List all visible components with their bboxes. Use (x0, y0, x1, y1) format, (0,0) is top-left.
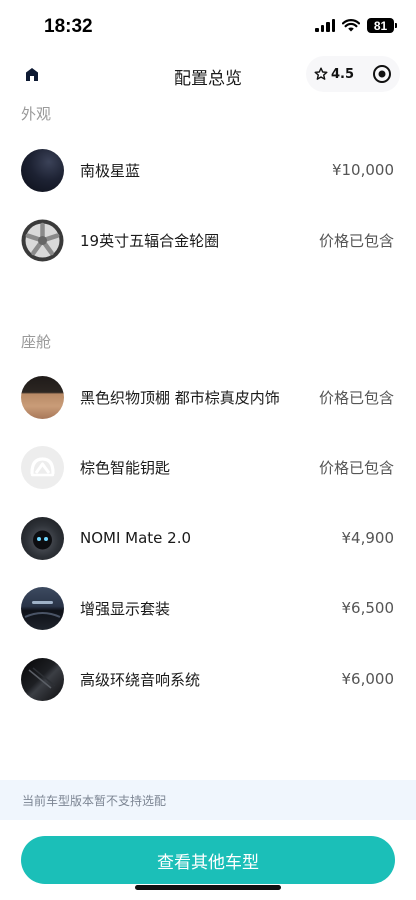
alloy-wheel-icon (21, 218, 64, 262)
star-outline-icon (314, 67, 328, 81)
item-name: 增强显示套装 (80, 599, 171, 618)
battery-level: 81 (373, 18, 388, 33)
target-icon[interactable] (372, 64, 392, 84)
config-row-interior[interactable]: 黑色织物顶棚 都市棕真皮内饰 价格已包含 (0, 367, 416, 427)
config-row-audio[interactable]: 高级环绕音响系统 ¥6,000 (0, 649, 416, 709)
rating-value: 4.5 (331, 66, 355, 82)
view-other-models-button[interactable]: 查看其他车型 (21, 836, 395, 884)
item-name: 南极星蓝 (80, 161, 141, 180)
notice-text: 当前车型版本暂不支持选配 (22, 793, 167, 808)
wifi-icon (342, 19, 360, 32)
smart-key-icon (21, 445, 64, 489)
item-price: ¥6,500 (341, 599, 395, 617)
cellular-signal-icon (315, 19, 335, 32)
item-name: 19英寸五辐合金轮圈 (80, 231, 220, 250)
config-row-smart-key[interactable]: 棕色智能钥匙 价格已包含 (0, 437, 416, 497)
status-icons: 81 (315, 18, 397, 33)
item-price: 价格已包含 (318, 231, 394, 250)
status-bar: 18:32 81 (0, 0, 416, 54)
rating-pill[interactable]: 4.5 (306, 56, 400, 92)
item-price: ¥10,000 (331, 161, 394, 179)
item-name: 棕色智能钥匙 (80, 458, 171, 477)
config-row-nomi[interactable]: NOMI Mate 2.0 ¥4,900 (0, 508, 416, 568)
item-name: 高级环绕音响系统 (80, 670, 201, 689)
section-label-exterior: 外观 (21, 105, 52, 123)
battery-icon: 81 (367, 18, 397, 33)
paint-swatch-dark-blue-icon (21, 148, 64, 192)
config-row-paint[interactable]: 南极星蓝 ¥10,000 (0, 140, 416, 200)
item-name: 黑色织物顶棚 都市棕真皮内饰 (80, 388, 280, 407)
home-indicator (135, 885, 281, 890)
item-price: ¥6,000 (341, 670, 395, 688)
nav-bar: 配置总览 4.5 (0, 54, 416, 96)
notice-bar: 当前车型版本暂不支持选配 (0, 780, 416, 820)
config-row-display[interactable]: 增强显示套装 ¥6,500 (0, 578, 416, 638)
cta-label: 查看其他车型 (157, 852, 259, 873)
item-price: 价格已包含 (318, 458, 394, 477)
display-package-icon (21, 586, 64, 630)
item-name: NOMI Mate 2.0 (80, 529, 192, 547)
nomi-mate-icon (21, 516, 64, 560)
config-row-wheel[interactable]: 19英寸五辐合金轮圈 价格已包含 (0, 210, 416, 270)
status-time: 18:32 (44, 16, 93, 37)
section-label-cabin: 座舱 (21, 333, 52, 351)
item-price: ¥4,900 (341, 529, 395, 547)
item-price: 价格已包含 (318, 388, 394, 407)
interior-swatch-black-brown-icon (21, 375, 64, 419)
audio-system-icon (21, 657, 64, 701)
